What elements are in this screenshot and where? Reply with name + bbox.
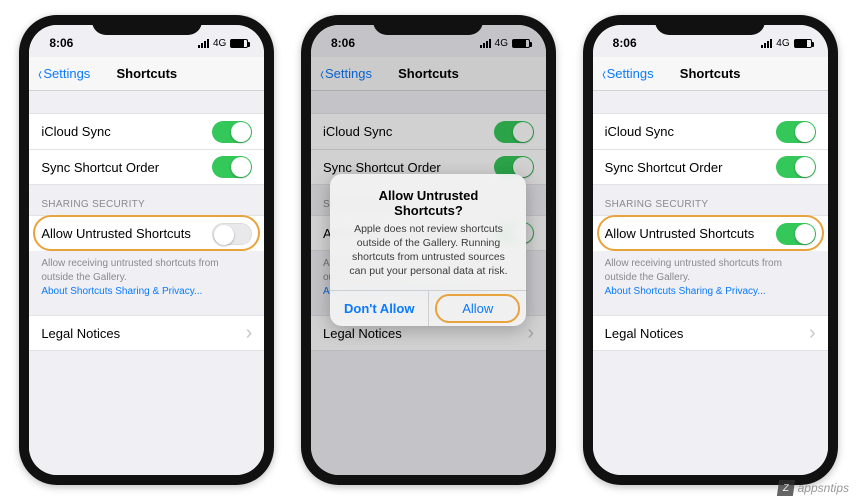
chevron-left-icon: ‹: [602, 65, 606, 83]
toggle-knob: [214, 225, 234, 245]
sharing-security-header: SHARING SECURITY: [29, 185, 264, 215]
toggle-knob: [795, 224, 815, 244]
notch: [92, 15, 202, 35]
sync-order-row-label: Sync Shortcut Order: [41, 160, 159, 175]
icloud-sync-row-toggle[interactable]: [776, 121, 816, 143]
allow-footer-text: Allow receiving untrusted shortcuts from…: [593, 251, 828, 286]
iphone-device: 8:064G‹SettingsShortcutsiCloud SyncSync …: [301, 15, 556, 485]
back-label: Settings: [607, 66, 654, 81]
network-label: 4G: [213, 38, 226, 49]
sync-order-row[interactable]: Sync Shortcut Order: [593, 149, 828, 185]
alert-allow-button[interactable]: Allow: [428, 291, 527, 326]
battery-icon: [230, 39, 248, 48]
screen: 8:06 4G ‹SettingsShortcuts iCloud Sync Sync …: [29, 25, 264, 475]
back-label: Settings: [43, 66, 90, 81]
status-right: 4G: [198, 38, 248, 49]
toggle-knob: [231, 122, 251, 142]
alert-backdrop: Allow Untrusted Shortcuts? Apple does not…: [311, 25, 546, 475]
legal-notices-row[interactable]: Legal Notices: [29, 315, 264, 351]
allow-untrusted-row-label: Allow Untrusted Shortcuts: [605, 226, 755, 241]
watermark: Z appsntips: [778, 480, 849, 496]
allow-untrusted-row-label: Allow Untrusted Shortcuts: [41, 226, 191, 241]
icloud-sync-row[interactable]: iCloud Sync: [593, 113, 828, 149]
legal-label: Legal Notices: [605, 326, 684, 341]
alert-dont-allow-button[interactable]: Don't Allow: [330, 291, 428, 326]
icloud-sync-row-label: iCloud Sync: [41, 124, 110, 139]
watermark-text: appsntips: [798, 481, 849, 495]
sharing-security-header: SHARING SECURITY: [593, 185, 828, 215]
toggle-knob: [231, 157, 251, 177]
alert-allow-label: Allow: [462, 301, 493, 316]
alert-title: Allow Untrusted Shortcuts?: [344, 188, 512, 218]
toggle-knob: [795, 157, 815, 177]
allow-untrusted-row[interactable]: Allow Untrusted Shortcuts: [29, 215, 264, 251]
icloud-sync-row[interactable]: iCloud Sync: [29, 113, 264, 149]
back-button[interactable]: ‹Settings: [37, 65, 90, 83]
icloud-sync-row-toggle[interactable]: [212, 121, 252, 143]
privacy-link[interactable]: About Shortcuts Sharing & Privacy...: [593, 286, 828, 297]
icloud-sync-row-label: iCloud Sync: [605, 124, 674, 139]
allow-untrusted-row[interactable]: Allow Untrusted Shortcuts: [593, 215, 828, 251]
nav-bar: ‹SettingsShortcuts: [29, 57, 264, 91]
sync-order-row[interactable]: Sync Shortcut Order: [29, 149, 264, 185]
sync-order-row-label: Sync Shortcut Order: [605, 160, 723, 175]
status-time: 8:06: [49, 36, 73, 50]
alert-message: Apple does not review shortcuts outside …: [344, 222, 512, 279]
chevron-left-icon: ‹: [39, 65, 43, 83]
network-label: 4G: [776, 38, 789, 49]
sync-order-row-toggle[interactable]: [212, 156, 252, 178]
allow-footer-text: Allow receiving untrusted shortcuts from…: [29, 251, 264, 286]
screen: 8:064G‹SettingsShortcutsiCloud SyncSync …: [311, 25, 546, 475]
back-button[interactable]: ‹Settings: [601, 65, 654, 83]
status-right: 4G: [761, 38, 811, 49]
legal-notices-row[interactable]: Legal Notices: [593, 315, 828, 351]
alert-dialog: Allow Untrusted Shortcuts? Apple does not…: [330, 174, 526, 327]
status-time: 8:06: [613, 36, 637, 50]
screen: 8:06 4G ‹SettingsShortcuts iCloud Sync Sync …: [593, 25, 828, 475]
toggle-knob: [795, 122, 815, 142]
battery-icon: [794, 39, 812, 48]
watermark-badge-icon: Z: [777, 480, 795, 496]
iphone-device: 8:06 4G ‹SettingsShortcuts iCloud Sync Sync …: [583, 15, 838, 485]
sync-order-row-toggle[interactable]: [776, 156, 816, 178]
allow-untrusted-row-toggle[interactable]: [212, 223, 252, 245]
notch: [655, 15, 765, 35]
allow-untrusted-row-toggle[interactable]: [776, 223, 816, 245]
legal-label: Legal Notices: [41, 326, 120, 341]
nav-bar: ‹SettingsShortcuts: [593, 57, 828, 91]
iphone-device: 8:06 4G ‹SettingsShortcuts iCloud Sync Sync …: [19, 15, 274, 485]
privacy-link[interactable]: About Shortcuts Sharing & Privacy...: [29, 286, 264, 297]
signal-icon: [198, 39, 209, 48]
signal-icon: [761, 39, 772, 48]
